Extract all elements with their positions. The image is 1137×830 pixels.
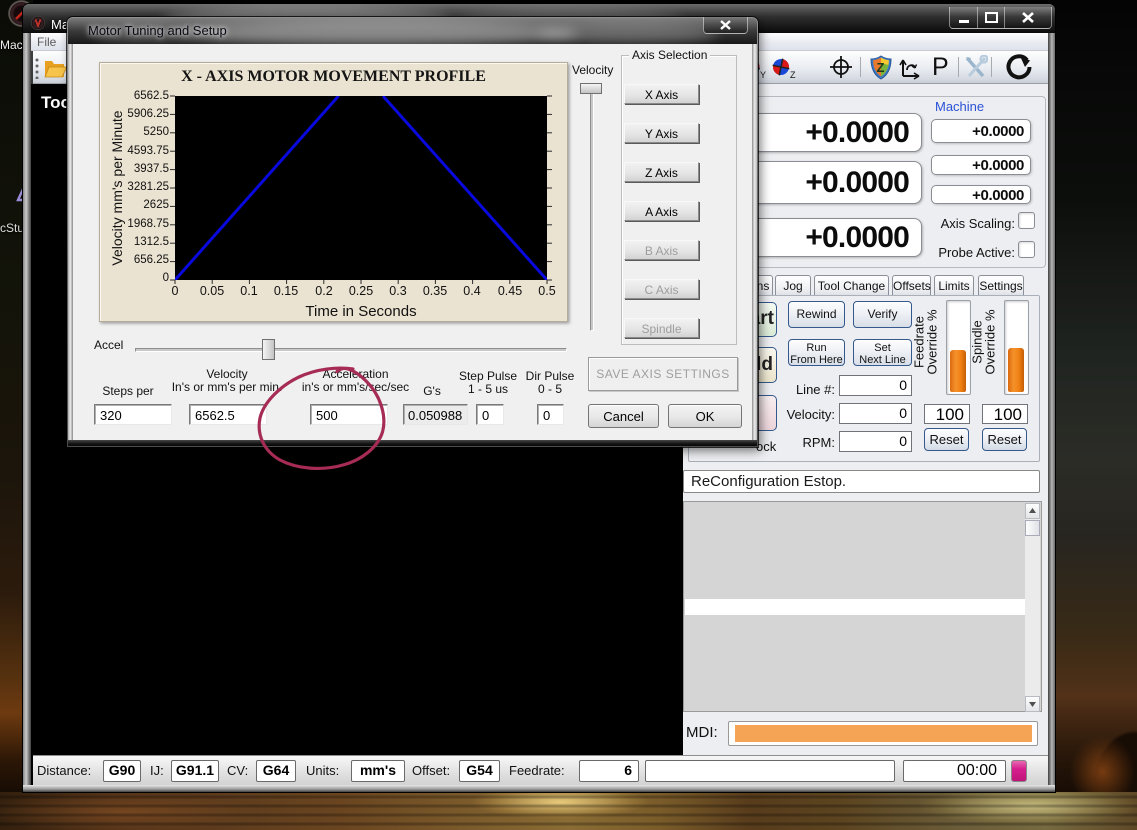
svg-text:Z: Z <box>790 70 796 80</box>
svg-text:Z: Z <box>877 60 885 75</box>
svg-text:Y: Y <box>760 70 766 80</box>
